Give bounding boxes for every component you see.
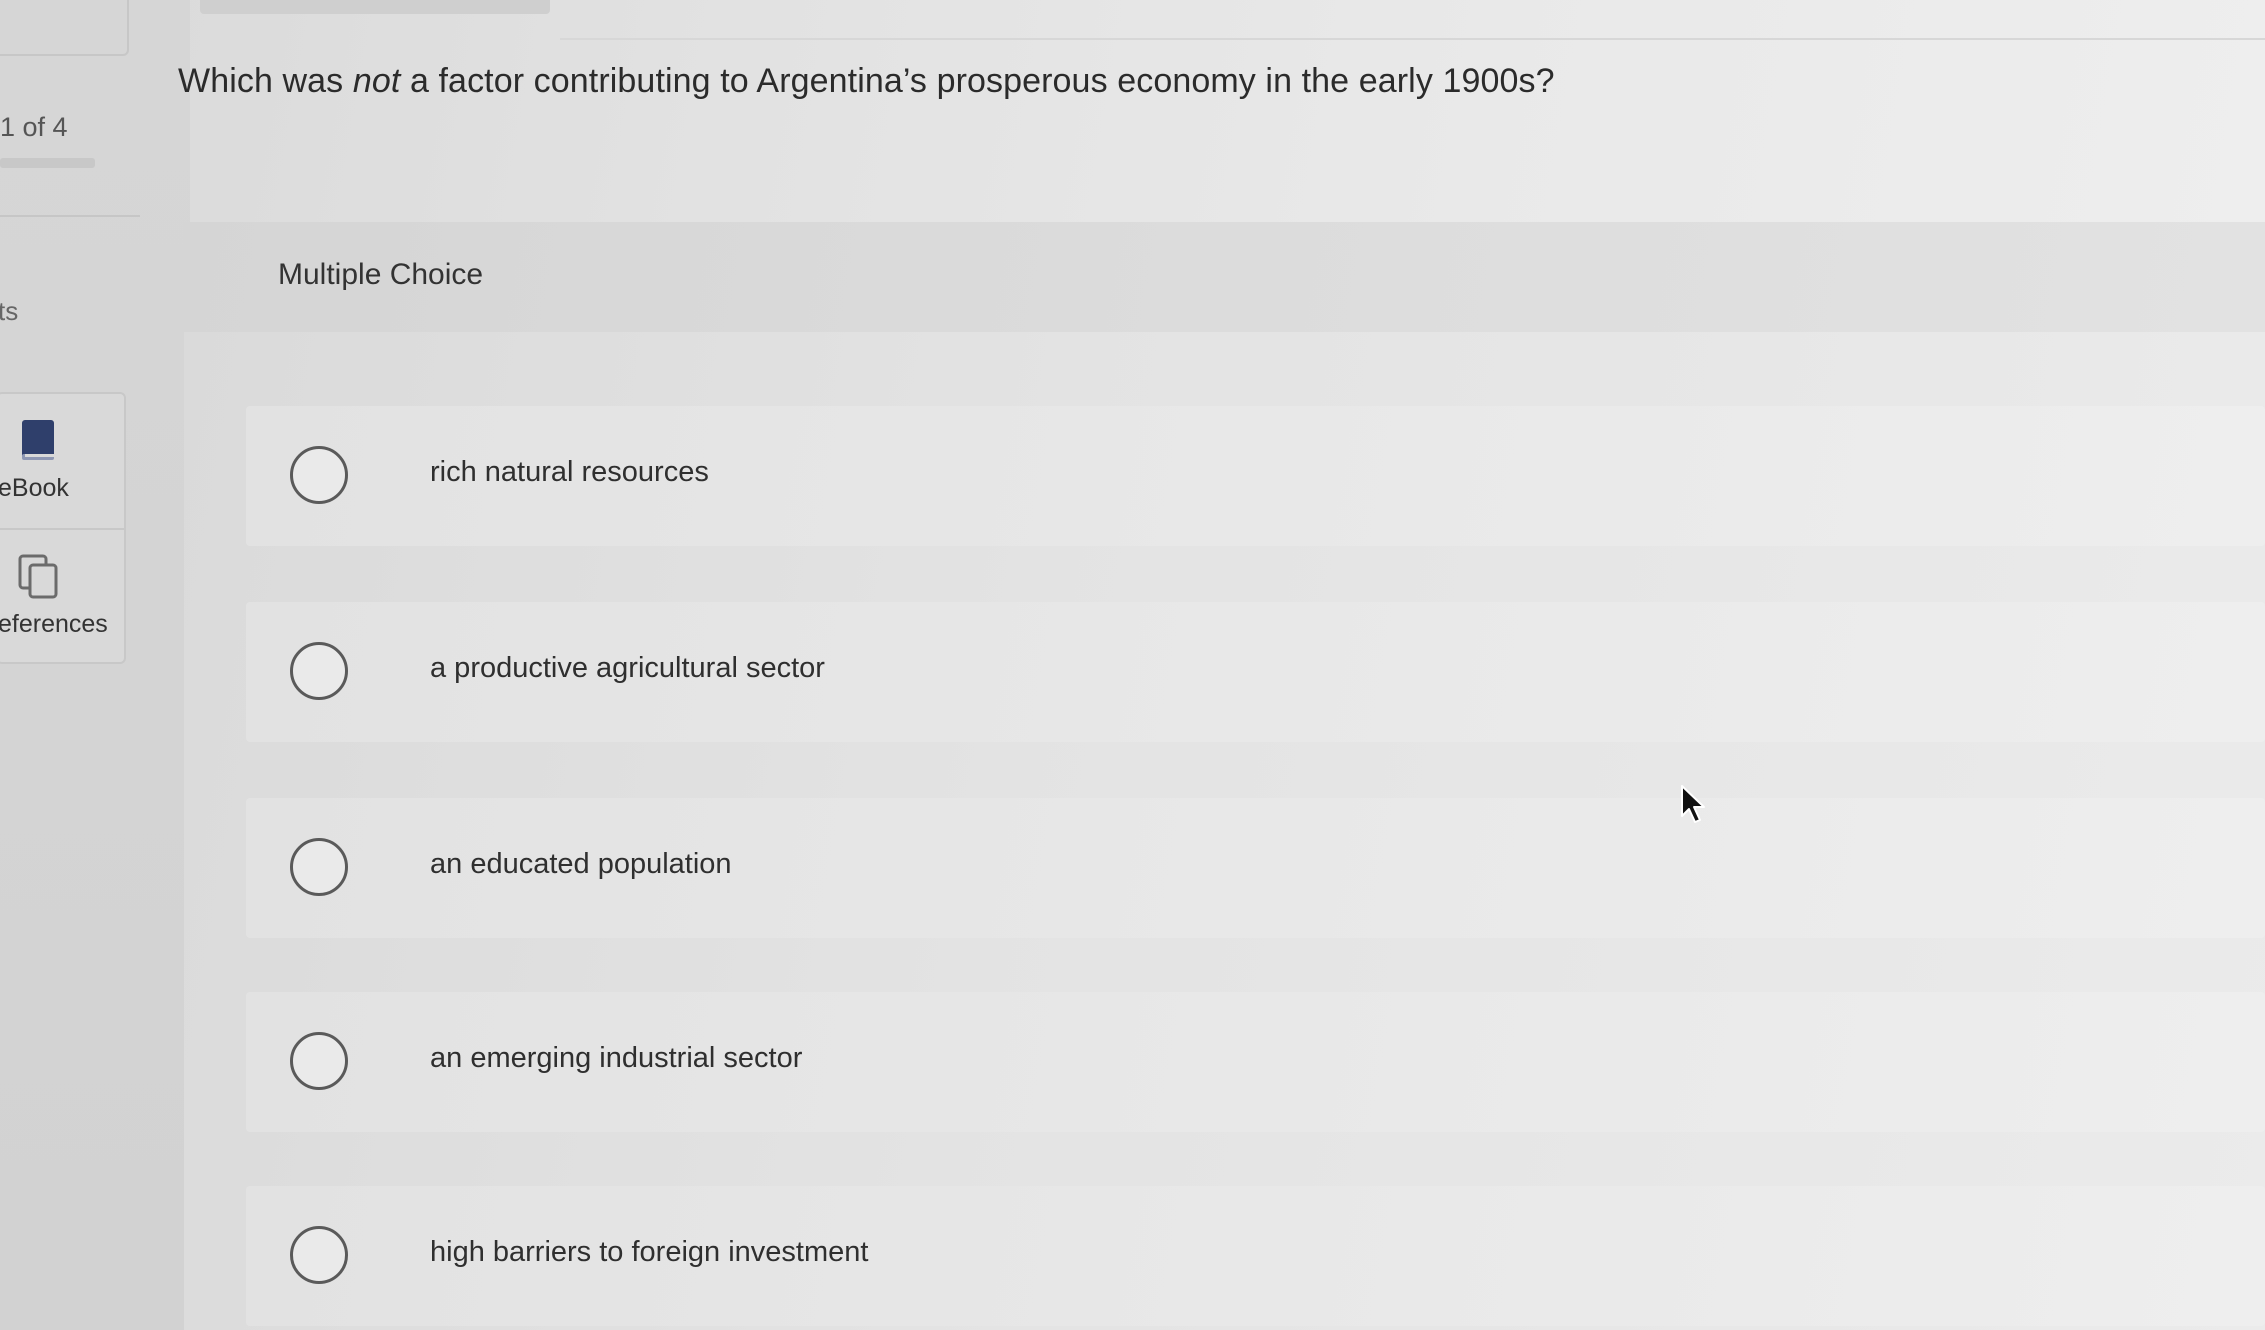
question-emphasis: not bbox=[352, 62, 401, 100]
radio-button[interactable] bbox=[290, 1226, 348, 1284]
answer-option-label: an emerging industrial sector bbox=[430, 1042, 803, 1074]
choice-header: Multiple Choice bbox=[184, 222, 2265, 332]
answer-option[interactable]: a productive agricultural sector bbox=[246, 602, 2265, 742]
mouse-cursor-icon bbox=[1681, 785, 1705, 823]
answer-option[interactable]: an educated population bbox=[246, 798, 2265, 938]
references-label: eferences bbox=[0, 610, 108, 638]
question-suffix: a factor contributing to Argentina’s pro… bbox=[400, 62, 1555, 100]
answer-option-label: rich natural resources bbox=[430, 456, 709, 488]
question-text: Which was not a factor contributing to A… bbox=[178, 62, 1555, 101]
sidebar-divider bbox=[0, 215, 140, 217]
answer-option-label: high barriers to foreign investment bbox=[430, 1236, 869, 1268]
ebook-button[interactable]: eBook bbox=[0, 394, 124, 530]
references-button[interactable]: eferences bbox=[0, 530, 124, 664]
ebook-label: eBook bbox=[0, 474, 69, 502]
answer-option[interactable]: rich natural resources bbox=[246, 406, 2265, 546]
sidebar-tools: eBook eferences bbox=[0, 392, 126, 664]
top-divider bbox=[560, 38, 2265, 40]
answer-option[interactable]: high barriers to foreign investment bbox=[246, 1186, 2265, 1326]
multiple-choice-panel: Multiple Choice rich natural resources a… bbox=[184, 222, 2265, 1330]
radio-button[interactable] bbox=[290, 446, 348, 504]
sidebar-top-box[interactable] bbox=[0, 0, 129, 56]
top-tab-strip bbox=[200, 0, 550, 14]
answer-option[interactable]: an emerging industrial sector bbox=[246, 992, 2265, 1132]
question-counter: 1 of 4 bbox=[0, 112, 68, 142]
left-sidebar: 1 of 4 ts eBook eferences bbox=[0, 0, 190, 1330]
choice-type-label: Multiple Choice bbox=[278, 258, 484, 291]
book-icon bbox=[22, 420, 54, 460]
question-prefix: Which was bbox=[178, 62, 353, 100]
radio-button[interactable] bbox=[290, 1032, 348, 1090]
answer-option-label: a productive agricultural sector bbox=[430, 652, 825, 684]
radio-button[interactable] bbox=[290, 838, 348, 896]
radio-button[interactable] bbox=[290, 642, 348, 700]
copy-pages-icon bbox=[18, 554, 58, 599]
parts-label[interactable]: ts bbox=[0, 296, 18, 327]
answer-option-label: an educated population bbox=[430, 848, 732, 880]
counter-progress-bar bbox=[0, 158, 95, 168]
